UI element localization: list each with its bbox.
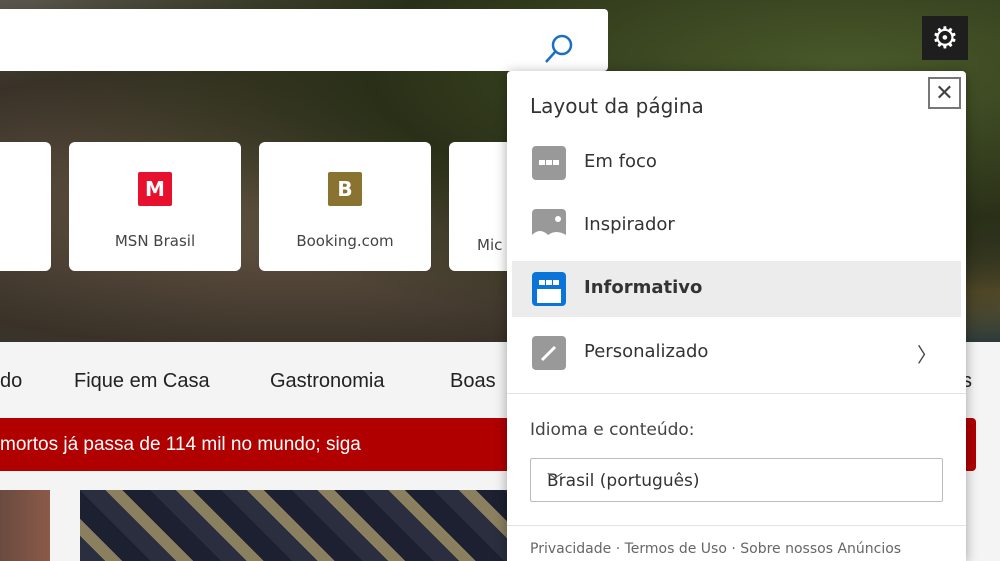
msn-logo-icon: M <box>138 172 172 206</box>
nav-item-fique-em-casa[interactable]: Fique em Casa <box>74 370 210 393</box>
tile-label: MSN Brasil <box>114 232 196 250</box>
close-button[interactable]: ✕ <box>928 77 961 109</box>
quick-link-tile[interactable] <box>0 142 51 271</box>
chevron-down-icon: ﹀ <box>547 471 564 490</box>
chevron-right-icon: 〉 <box>917 343 937 367</box>
option-label: Inspirador <box>584 214 675 235</box>
panel-title: Layout da página <box>530 94 704 118</box>
news-thumbnail[interactable] <box>0 490 50 561</box>
news-thumbnail[interactable] <box>80 490 510 561</box>
nav-item[interactable]: do <box>0 370 22 393</box>
layout-option-personalizado[interactable]: Personalizado 〉 <box>512 325 961 381</box>
divider <box>507 525 966 526</box>
focus-layout-icon <box>532 146 566 180</box>
booking-logo-icon: B <box>328 172 362 206</box>
language-label: Idioma e conteúdo: <box>530 420 695 440</box>
search-input[interactable] <box>0 9 608 71</box>
option-label: Personalizado <box>584 341 709 362</box>
quick-link-msn[interactable]: M MSN Brasil <box>69 142 241 271</box>
option-label: Informativo <box>584 277 703 298</box>
close-icon: ✕ <box>935 80 954 106</box>
layout-option-em-foco[interactable]: Em foco <box>512 135 961 191</box>
pencil-icon <box>532 336 566 370</box>
search-icon[interactable] <box>543 33 575 65</box>
divider <box>507 393 966 394</box>
footer-links[interactable]: Privacidade · Termos de Uso · Sobre noss… <box>530 541 901 557</box>
option-label: Em foco <box>584 151 657 172</box>
quick-link-booking[interactable]: B Booking.com <box>259 142 431 271</box>
informational-layout-icon <box>532 272 566 306</box>
nav-item-gastronomia[interactable]: Gastronomia <box>270 370 385 393</box>
tile-label: Booking.com <box>296 232 394 250</box>
layout-option-inspirador[interactable]: Inspirador <box>512 198 961 254</box>
layout-option-informativo[interactable]: Informativo <box>512 261 961 317</box>
gear-icon[interactable]: ⚙ <box>922 16 968 60</box>
page-layout-panel: Layout da página ✕ Em foco Inspirador In… <box>507 71 966 561</box>
nav-item-boas[interactable]: Boas <box>450 370 496 393</box>
banner-text: mortos já passa de 114 mil no mundo; sig… <box>0 434 361 455</box>
language-select[interactable]: Brasil (português) ﹀ <box>530 458 943 502</box>
image-layout-icon <box>532 209 566 243</box>
